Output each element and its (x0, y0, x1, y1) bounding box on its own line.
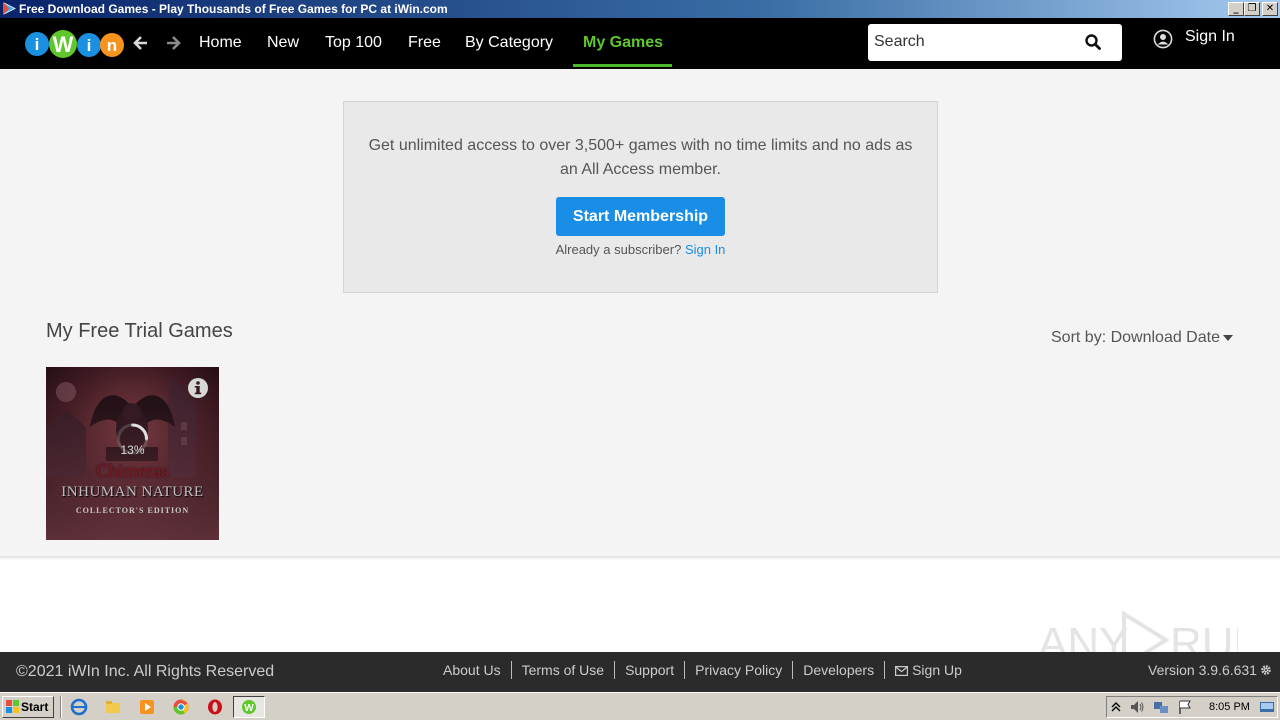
version-text: Version 3.9.6.631 (1148, 662, 1272, 678)
nav-home[interactable]: Home (199, 18, 242, 69)
network-icon[interactable] (1152, 698, 1170, 716)
sort-label: Sort by: Download Date (1051, 329, 1220, 346)
folder-icon[interactable] (104, 698, 122, 716)
svg-text:i: i (35, 35, 40, 54)
gear-icon[interactable] (1260, 664, 1272, 676)
nav-new[interactable]: New (267, 18, 299, 69)
nav-top-100[interactable]: Top 100 (325, 18, 382, 69)
svg-text:W: W (244, 703, 254, 714)
content-divider (0, 556, 1280, 560)
game-card[interactable]: 13% Chimeras INHUMAN NATURE COLLECTOR'S … (46, 367, 219, 540)
section-title: My Free Trial Games (46, 320, 233, 342)
action-center-flag-icon[interactable] (1176, 698, 1194, 716)
subscriber-text: Already a subscriber? (555, 242, 682, 257)
sort-dropdown[interactable]: Sort by: Download Date (1051, 329, 1233, 347)
arrow-left-icon[interactable] (131, 32, 151, 54)
footer-link-about[interactable]: About Us (433, 661, 511, 679)
windows-flag-icon (6, 700, 19, 713)
footer-signup-label: Sign Up (912, 662, 962, 678)
svg-text:W: W (53, 32, 74, 57)
version-label: Version 3.9.6.631 (1148, 662, 1257, 678)
chrome-icon[interactable] (172, 698, 190, 716)
game-title-main: Chimeras (96, 461, 169, 482)
svg-text:i: i (87, 36, 92, 55)
nav-by-category[interactable]: By Category (465, 18, 553, 69)
sign-in-link[interactable]: Sign In (1185, 28, 1235, 46)
user-account-icon[interactable] (1153, 29, 1173, 49)
volume-icon[interactable] (1128, 698, 1146, 716)
subscriber-sign-in-link[interactable]: Sign In (685, 242, 725, 257)
search-input[interactable] (874, 30, 1074, 54)
svg-text:n: n (107, 36, 117, 55)
subscriber-line: Already a subscriber? Sign In (344, 242, 937, 257)
envelope-icon (895, 666, 909, 676)
footer-link-support[interactable]: Support (614, 661, 684, 679)
top-navbar: i W i n Home New Top 100 Free By Categor… (0, 18, 1280, 69)
window-titlebar: Free Download Games - Play Thousands of … (0, 0, 1280, 18)
app-icon (3, 2, 16, 15)
taskbar-separator (60, 696, 62, 718)
main-content: Get unlimited access to over 3,500+ game… (0, 69, 1280, 556)
download-progress: 13% (120, 443, 145, 457)
footer-link-terms[interactable]: Terms of Use (510, 661, 614, 679)
search-box (868, 24, 1122, 61)
nav-my-games[interactable]: My Games (583, 18, 663, 69)
close-button[interactable]: ✕ (1262, 2, 1278, 16)
opera-icon[interactable] (206, 698, 224, 716)
arrow-right-icon[interactable] (163, 32, 183, 54)
caret-down-icon (1222, 334, 1233, 341)
game-title-sub: INHUMAN NATURE (61, 484, 204, 500)
chevron-up-icon[interactable] (1110, 698, 1122, 716)
game-edition: COLLECTOR'S EDITION (75, 506, 190, 515)
media-player-icon[interactable] (138, 698, 156, 716)
start-button[interactable]: Start (2, 696, 54, 718)
system-clock: 8:05 PM (1209, 701, 1250, 713)
start-membership-button[interactable]: Start Membership (556, 197, 725, 236)
footer-links: About Us Terms of Use Support Privacy Po… (433, 661, 972, 679)
info-icon[interactable] (187, 377, 209, 399)
minimize-button[interactable]: _ (1228, 2, 1244, 16)
window-title: Free Download Games - Play Thousands of … (19, 2, 448, 16)
active-tab-indicator (573, 64, 672, 67)
nav-free[interactable]: Free (408, 18, 441, 69)
iwin-taskbar-icon: W (242, 700, 256, 714)
promo-text: Get unlimited access to over 3,500+ game… (368, 137, 913, 178)
maximize-button[interactable]: ❐ (1244, 2, 1260, 16)
page-footer: ©2021 iWIn Inc. All Rights Reserved Abou… (0, 652, 1280, 692)
windows-taskbar: Start W 8:05 PM (0, 692, 1280, 720)
internet-explorer-icon[interactable] (70, 698, 88, 716)
footer-link-privacy[interactable]: Privacy Policy (684, 661, 792, 679)
show-desktop-icon[interactable] (1258, 698, 1276, 716)
membership-promo: Get unlimited access to over 3,500+ game… (343, 101, 938, 293)
iwin-logo[interactable]: i W i n (24, 26, 126, 62)
copyright-text: ©2021 iWIn Inc. All Rights Reserved (16, 663, 275, 680)
footer-link-signup[interactable]: Sign Up (884, 661, 972, 679)
taskbar-active-iwin[interactable]: W (233, 696, 265, 718)
search-icon[interactable] (1084, 33, 1102, 51)
footer-link-developers[interactable]: Developers (792, 661, 884, 679)
start-label: Start (21, 700, 49, 714)
